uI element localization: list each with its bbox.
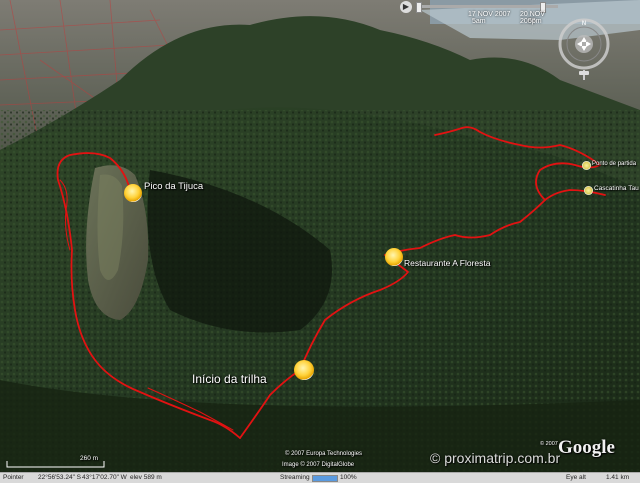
credit-line: Image © 2007 DigitalGlobe <box>282 462 355 468</box>
placemark-label-ponto[interactable]: Ponto de partida <box>592 161 636 167</box>
placemark-icon[interactable] <box>124 184 142 202</box>
scale-bar-label: 260 m <box>80 455 99 462</box>
placemark-label-inicio[interactable]: Início da trilha <box>192 372 267 386</box>
status-eye-alt-value: 1.41 km <box>606 474 630 481</box>
zoom-slider[interactable] <box>579 70 589 80</box>
navigation-control[interactable]: N <box>556 18 612 82</box>
status-eye-alt: Eye alt <box>566 474 586 481</box>
time-start-date: 17 NOV 2007 <box>468 11 511 18</box>
copyright-small: © 2007 <box>540 441 558 447</box>
status-pointer: Pointer <box>3 474 24 481</box>
status-streaming-pct: 100% <box>340 474 357 481</box>
watermark: © proximatrip.com.br <box>430 450 561 466</box>
earth-viewport[interactable]: Pico da Tijuca Restaurante A Floresta In… <box>0 0 640 482</box>
status-bar: Pointer 22°56'53.24" S 43°17'02.70" W el… <box>0 472 640 483</box>
credit-line: © 2007 Europa Technologies <box>285 451 363 457</box>
placemark-icon[interactable] <box>584 186 593 195</box>
placemark-icon[interactable] <box>294 360 314 380</box>
status-latitude: 22°56'53.24" S <box>38 474 82 481</box>
time-slider[interactable]: ▶ 17 NOV 2007 5am 20 NOV 2007 5pm <box>392 0 560 25</box>
placemark-label-pico[interactable]: Pico da Tijuca <box>144 181 203 192</box>
terrain-imagery <box>0 0 640 473</box>
placemark-label-cascatinha[interactable]: Cascatinha Tau <box>594 185 639 192</box>
status-longitude: 43°17'02.70" W <box>82 474 127 481</box>
status-streaming: Streaming <box>280 474 310 481</box>
placemark-icon[interactable] <box>385 248 403 266</box>
time-start-time: 5am <box>472 18 486 25</box>
time-slider-start-handle[interactable] <box>416 2 422 13</box>
time-slider-track[interactable] <box>416 5 558 8</box>
play-icon[interactable]: ▶ <box>400 1 412 13</box>
google-logo: Google <box>558 437 615 458</box>
look-joystick-icon[interactable] <box>575 35 593 53</box>
time-end-time: 5pm <box>528 18 542 25</box>
placemark-label-restaurante[interactable]: Restaurante A Floresta <box>404 258 490 268</box>
streaming-progress <box>312 475 338 482</box>
svg-text:N: N <box>582 20 587 27</box>
status-elevation: elev 589 m <box>130 474 162 481</box>
placemark-icon[interactable] <box>582 161 591 170</box>
